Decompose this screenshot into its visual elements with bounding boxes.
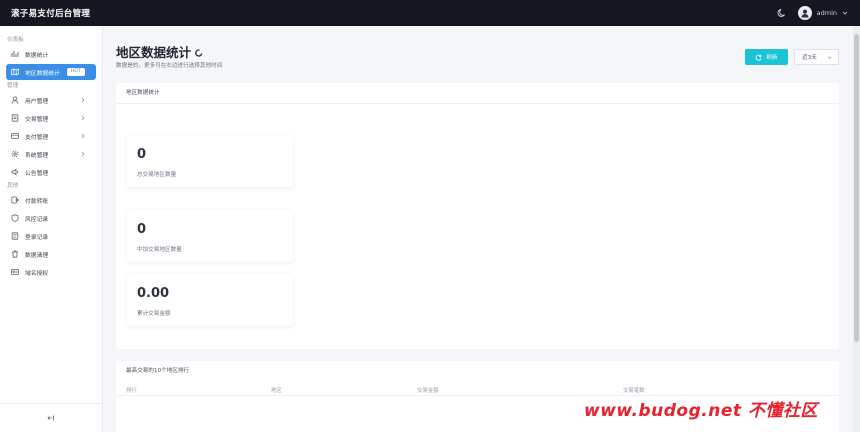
log-icon: [11, 232, 19, 240]
hot-badge: HOT: [66, 68, 85, 76]
sidebar-item-system[interactable]: 系统管理: [6, 146, 96, 162]
chevron-right-icon: [81, 97, 85, 103]
sidebar-item-label: 付款转账: [25, 198, 49, 205]
page-title: 地区数据统计: [116, 45, 192, 60]
loading-spinner-icon: [195, 49, 203, 57]
map-icon: [11, 68, 19, 76]
sidebar-item-region-stats[interactable]: 地区数据统计 HOT: [6, 64, 96, 80]
column-header-region[interactable]: 地区: [271, 386, 282, 394]
gear-icon: [11, 150, 19, 158]
sidebar-item-login-records[interactable]: 登录记录: [6, 228, 96, 244]
sidebar-item-users[interactable]: 用户管理: [6, 92, 96, 108]
shield-icon: [11, 214, 19, 222]
username: admin: [816, 9, 837, 17]
sidebar-item-payments[interactable]: 支付管理: [6, 128, 96, 144]
sidebar-item-data-stats[interactable]: 数据统计: [6, 46, 96, 62]
credit-card-icon: [11, 132, 19, 140]
refresh-icon: [756, 54, 762, 61]
sidebar-item-label: 地区数据统计: [25, 70, 60, 77]
top-regions-title: 最高交易的10个地区排行: [126, 368, 190, 374]
sidebar-item-label: 用户管理: [25, 98, 49, 105]
sidebar-item-label: 公告管理: [25, 170, 49, 177]
theme-toggle-icon[interactable]: [776, 7, 788, 19]
time-range-select[interactable]: 近3天: [794, 49, 839, 65]
column-header-rank[interactable]: 排行: [126, 386, 137, 394]
stat-label: 中加交易地区数量: [137, 247, 182, 253]
document-icon: [11, 114, 19, 122]
sidebar-footer: [0, 403, 102, 432]
time-range-value: 近3天: [802, 55, 817, 61]
megaphone-icon: [11, 168, 19, 176]
stat-value: 0.00: [137, 286, 170, 301]
column-header-count[interactable]: 交易笔数: [623, 386, 645, 394]
top-bar: 滚子易支付后台管理 admin: [0, 0, 860, 26]
stat-total-amount: 0.00 累计交易金额: [127, 274, 293, 326]
sidebar: 仪表板 数据统计 地区数据统计 HOT 管理 用户管理 交易管理 支付管理 系统…: [0, 26, 103, 432]
page-subtitle: 数据是的，更多可在右边进行选择其他时间: [116, 63, 223, 69]
sidebar-item-announcements[interactable]: 公告管理: [6, 164, 96, 180]
sidebar-item-label: 数据统计: [25, 52, 49, 59]
trash-icon: [11, 250, 19, 258]
table-header: 排行 地区 交易金额 交易笔数: [116, 382, 839, 396]
stat-label: 累计交易金额: [137, 311, 171, 317]
sidebar-group-other: 其他: [7, 183, 19, 189]
page-title-row: 地区数据统计: [116, 42, 203, 61]
chevron-right-icon: [81, 133, 85, 139]
collapse-sidebar-icon[interactable]: [46, 413, 56, 423]
transfer-icon: [11, 196, 19, 204]
app-title: 滚子易支付后台管理: [11, 9, 91, 19]
sidebar-item-label: 支付管理: [25, 134, 49, 141]
chevron-down-icon: [827, 56, 832, 59]
sidebar-group-dashboard: 仪表板: [7, 37, 24, 43]
sidebar-group-manage: 管理: [7, 83, 19, 89]
stat-value: 0: [137, 222, 147, 237]
stat-mid-regions: 0 中加交易地区数量: [127, 210, 293, 262]
user-icon: [11, 96, 19, 104]
refresh-button-label: 刷新: [766, 55, 778, 61]
stat-label: 总交易地区数量: [137, 172, 177, 178]
region-stats-card-title: 地区数据统计: [116, 83, 839, 104]
region-stats-card: 地区数据统计 0 总交易地区数量 0 中加交易地区数量 0.00 累计交易金额: [116, 83, 839, 349]
sidebar-item-transactions[interactable]: 交易管理: [6, 110, 96, 126]
sidebar-item-data-cleanup[interactable]: 数据清理: [6, 246, 96, 262]
top-right-controls: admin: [776, 6, 848, 20]
license-icon: [11, 268, 19, 276]
sidebar-item-label: 数据清理: [25, 252, 49, 259]
sidebar-item-risk-records[interactable]: 风控记录: [6, 210, 96, 226]
avatar: [797, 6, 812, 20]
chevron-down-icon: [842, 10, 848, 16]
bar-chart-icon: [11, 50, 19, 58]
sidebar-item-transfer[interactable]: 付款转账: [6, 192, 96, 208]
sidebar-item-label: 系统管理: [25, 152, 49, 159]
sidebar-item-label: 登录记录: [25, 234, 49, 241]
sidebar-item-label: 风控记录: [25, 216, 49, 223]
scrollbar-thumb[interactable]: [854, 34, 859, 342]
page-scrollbar[interactable]: [853, 26, 860, 432]
sidebar-item-label: 交易管理: [25, 116, 49, 123]
column-header-amount[interactable]: 交易金额: [417, 386, 439, 394]
chevron-right-icon: [81, 115, 85, 121]
sidebar-item-label: 域名授权: [25, 270, 49, 277]
stat-value: 0: [137, 147, 147, 162]
stat-total-regions: 0 总交易地区数量: [127, 135, 293, 187]
sidebar-item-domain-license[interactable]: 域名授权: [6, 264, 96, 280]
refresh-button[interactable]: 刷新: [745, 49, 788, 65]
watermark: www.budog.net 不懂社区: [584, 401, 818, 421]
chevron-right-icon: [81, 151, 85, 157]
user-menu[interactable]: admin: [797, 6, 848, 20]
